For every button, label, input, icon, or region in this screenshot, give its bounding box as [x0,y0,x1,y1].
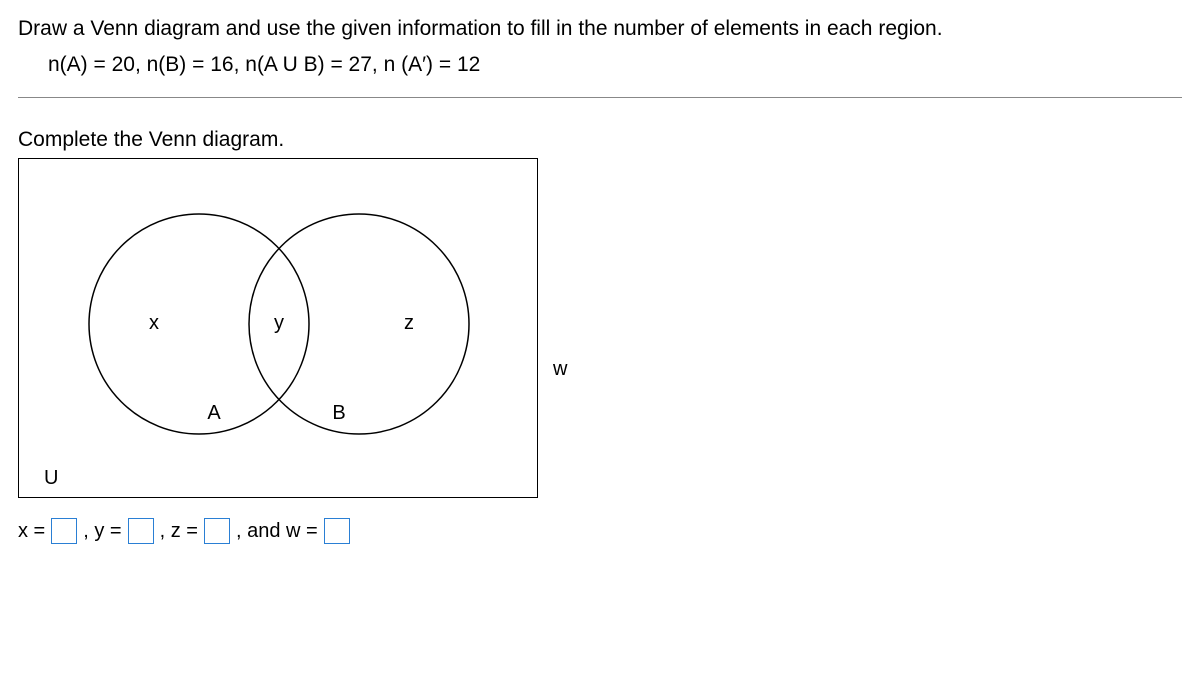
input-w[interactable] [324,518,350,544]
input-z[interactable] [204,518,230,544]
region-x-label: x [149,312,159,334]
region-w-label: w [553,358,567,381]
label-y: , y = [83,520,121,543]
instruction-text: Complete the Venn diagram. [18,128,1182,152]
venn-diagram-svg: x y z A B U [19,159,539,499]
region-z-label: z [404,312,414,334]
answer-inputs-row: x = , y = , z = , and w = [18,518,1182,544]
input-x[interactable] [51,518,77,544]
label-x: x = [18,520,45,543]
input-y[interactable] [128,518,154,544]
label-z: , z = [160,520,198,543]
universe-label: U [44,467,58,489]
given-information: n(A) = 20, n(B) = 16, n(A U B) = 27, n (… [48,53,1182,77]
venn-diagram-container: x y z A B U [18,158,538,498]
region-y-label: y [274,312,284,334]
question-prompt: Draw a Venn diagram and use the given in… [18,14,1182,43]
section-divider [18,97,1182,98]
set-b-label: B [332,402,345,424]
set-a-label: A [207,402,221,424]
label-w: , and w = [236,520,318,543]
